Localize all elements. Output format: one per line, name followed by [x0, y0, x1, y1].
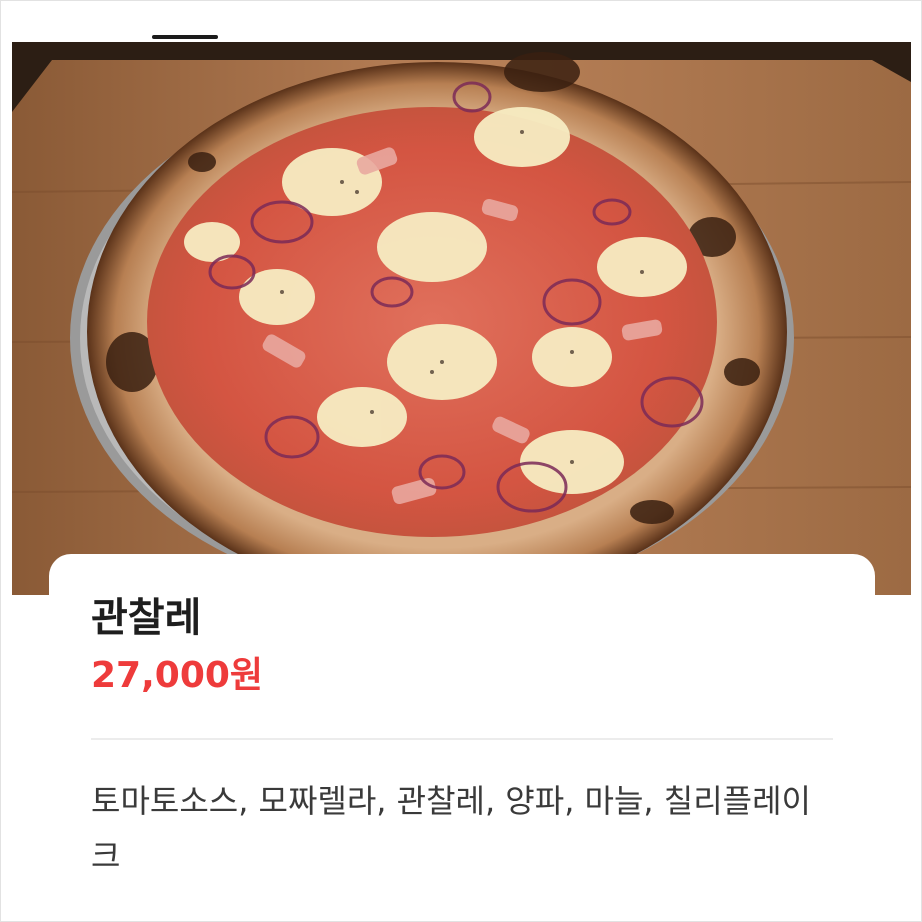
- menu-name: 관찰레: [91, 595, 202, 641]
- menu-price: 27,000원: [91, 655, 264, 696]
- menu-photo: [12, 42, 911, 595]
- pizza-image: [12, 42, 911, 595]
- menu-detail-screen: 관찰레 27,000원 토마토소스, 모짜렐라, 관찰레, 양파, 마늘, 칠리…: [0, 0, 922, 922]
- top-handle-bar: [152, 35, 218, 39]
- divider: [91, 738, 833, 740]
- menu-description: 토마토소스, 모짜렐라, 관찰레, 양파, 마늘, 칠리플레이크: [91, 782, 811, 875]
- menu-info-card: 관찰레 27,000원 토마토소스, 모짜렐라, 관찰레, 양파, 마늘, 칠리…: [49, 554, 875, 921]
